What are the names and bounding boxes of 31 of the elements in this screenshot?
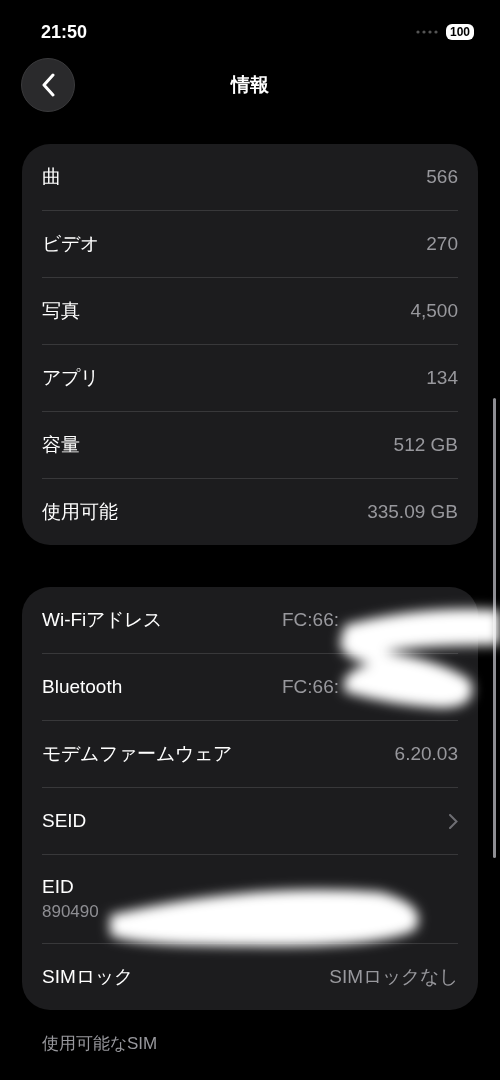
row-value: 6.20.03 — [394, 743, 458, 765]
row-value: SIMロックなし — [329, 965, 458, 989]
row-label: EID — [42, 876, 74, 898]
battery-icon: 100 — [445, 24, 474, 40]
row-label: 使用可能 — [42, 500, 118, 524]
nav-title: 情報 — [231, 73, 269, 97]
back-chevron-icon — [41, 73, 55, 97]
signal-icon — [415, 30, 438, 34]
row-value: FC:66: — [282, 609, 341, 631]
row-value: 270 — [426, 233, 458, 255]
row-label: 写真 — [42, 299, 80, 323]
status-time: 21:50 — [41, 21, 88, 43]
row-value: 566 — [426, 166, 458, 188]
row-value: 512 GB — [393, 434, 458, 456]
row-label: 曲 — [42, 165, 61, 189]
row-label: 容量 — [42, 433, 80, 457]
section-header: 使用可能なSIM — [42, 1033, 159, 1055]
row-label: Wi-Fiアドレス — [42, 608, 163, 632]
row-label[interactable]: SEID — [42, 810, 87, 832]
row-label: SIMロック — [42, 965, 133, 989]
back-button[interactable] — [21, 58, 75, 112]
row-value: 4,500 — [410, 300, 458, 322]
row-label: Bluetooth — [42, 676, 123, 698]
row-label: ビデオ — [42, 232, 99, 256]
row-value: 890490 — [42, 902, 99, 922]
row-label: アプリ — [42, 366, 99, 390]
chevron-icon — [449, 813, 458, 829]
row-value: 335.09 GB — [367, 501, 458, 523]
row-value: 134 — [426, 367, 458, 389]
row-value: FC:66: — [282, 676, 341, 698]
row-label: モデムファームウェア — [42, 742, 232, 766]
